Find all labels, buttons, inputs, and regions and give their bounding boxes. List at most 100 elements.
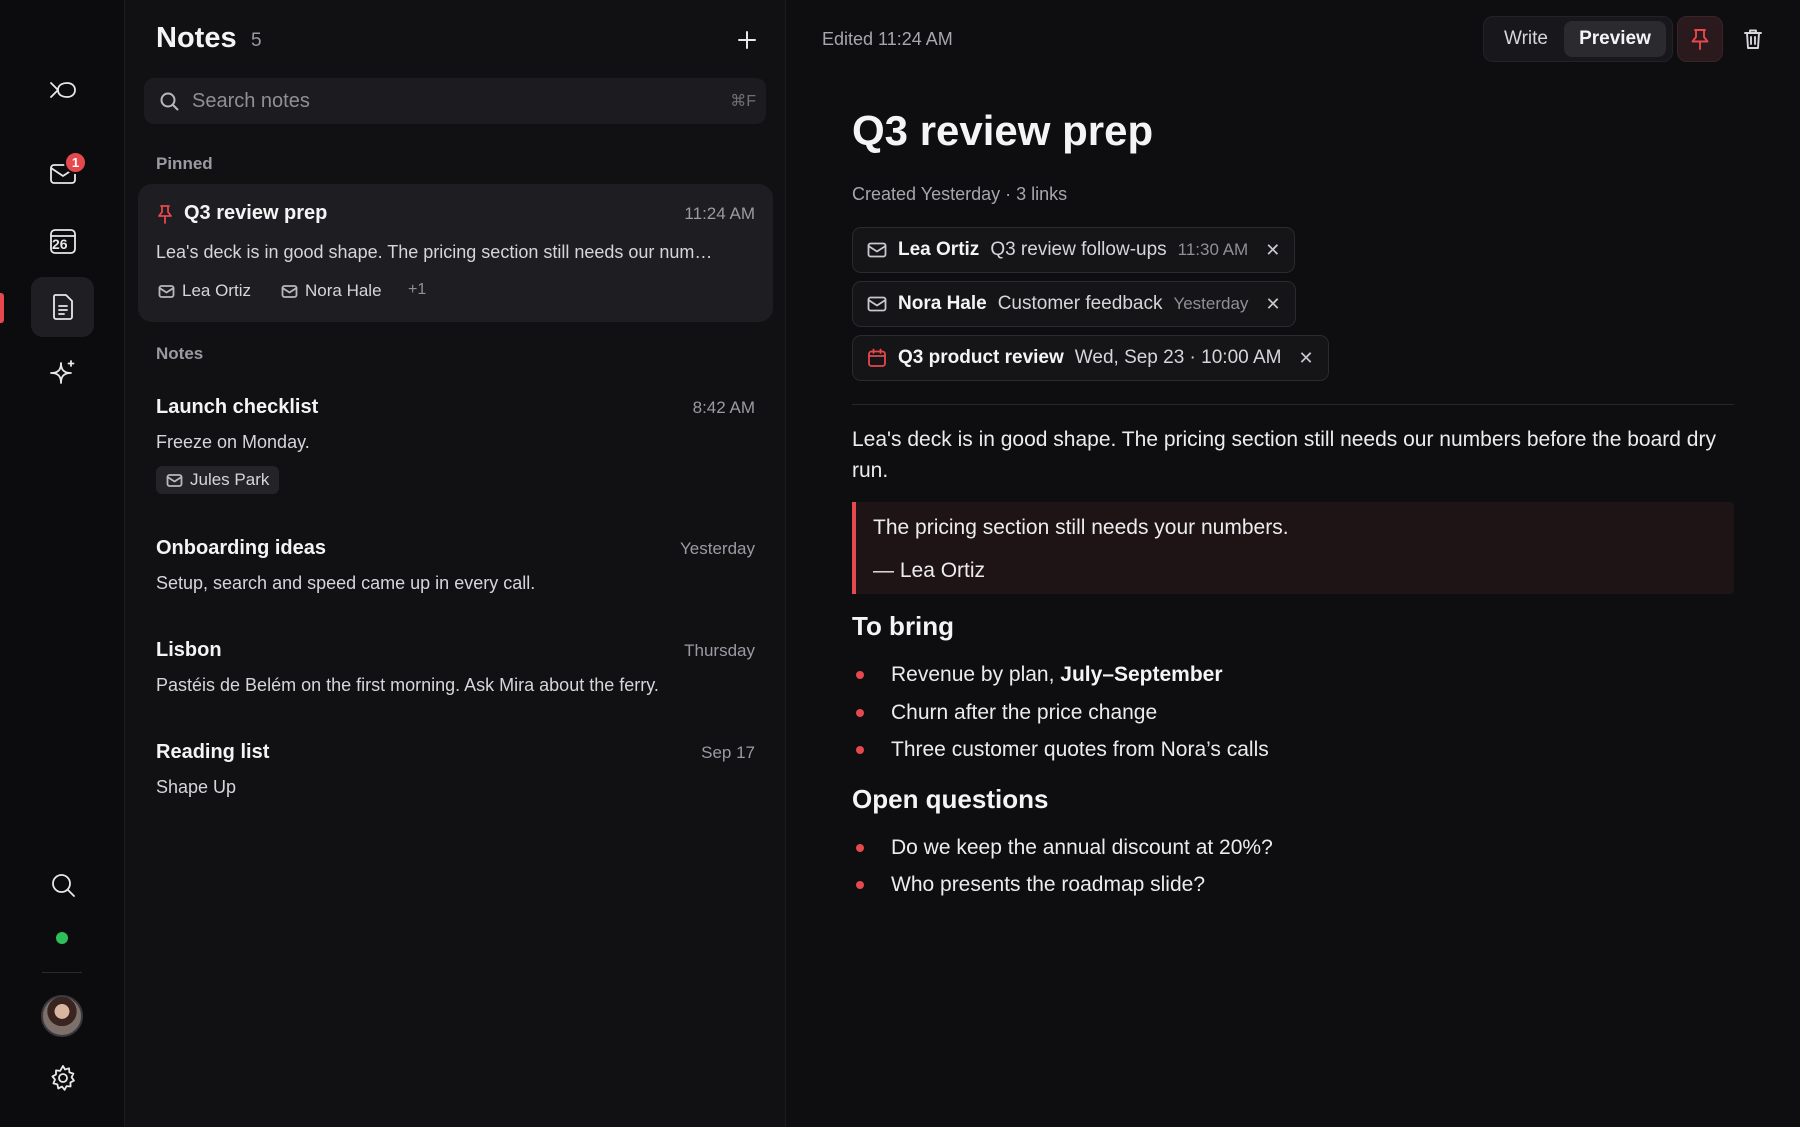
mail-icon — [867, 296, 887, 312]
chip-label: Nora Hale — [305, 281, 382, 300]
note-heading: Q3 review prep — [852, 107, 1154, 154]
note-title: Launch checklist — [156, 396, 319, 418]
avatar[interactable] — [41, 995, 83, 1037]
bullet-dot — [856, 709, 864, 717]
search-icon — [51, 874, 75, 897]
note-preview: Pastéis de Belém on the first morning. A… — [156, 675, 659, 695]
note-title: Lisbon — [156, 639, 222, 661]
quote-author: — Lea Ortiz — [873, 559, 986, 582]
calendar-day: 26 — [52, 236, 68, 252]
edited-timestamp: Edited 11:24 AM — [822, 29, 953, 49]
note-time: Yesterday — [680, 539, 755, 558]
mail-icon — [166, 473, 183, 487]
rail-search[interactable] — [31, 855, 94, 915]
write-mode-button[interactable]: Write — [1488, 21, 1564, 57]
link-time: Yesterday — [1173, 294, 1249, 313]
rail-settings[interactable] — [31, 1048, 94, 1108]
delete-note-button[interactable] — [1730, 16, 1776, 62]
link-name: Nora Hale — [898, 293, 987, 314]
section-label-pinned: Pinned — [156, 154, 213, 173]
mail-icon — [281, 284, 298, 298]
list-title: Notes — [156, 22, 237, 54]
search-bar: ⌘F — [144, 78, 766, 124]
rail-divider — [42, 972, 82, 973]
content-divider — [852, 404, 1734, 405]
link-name: Q3 product review — [898, 347, 1064, 368]
note-count: 5 — [251, 30, 262, 51]
bullet-dot — [856, 671, 864, 679]
search-shortcut: ⌘F — [730, 93, 756, 110]
note-time: Sep 17 — [701, 743, 755, 762]
note-item[interactable]: Onboarding ideas Yesterday Setup, search… — [138, 519, 773, 611]
unread-badge: 1 — [64, 151, 87, 174]
note-item[interactable]: Reading list Sep 17 Shape Up — [138, 723, 773, 815]
note-preview: Shape Up — [156, 777, 237, 797]
list-item: Do we keep the annual discount at 20%? — [852, 836, 1273, 860]
sparkle-icon — [49, 360, 74, 384]
rail-calendar[interactable]: 26 — [31, 211, 94, 271]
notes-icon — [52, 294, 73, 320]
heading-open-questions: Open questions — [852, 784, 1049, 814]
note-time: 8:42 AM — [692, 398, 755, 417]
note-meta: Created Yesterday · 3 links — [852, 184, 1068, 204]
list-item-bold: July–September — [1060, 663, 1223, 686]
section-label-notes: Notes — [156, 344, 204, 363]
pin-toggle-button[interactable] — [1677, 16, 1723, 62]
search-input[interactable] — [192, 78, 692, 124]
mode-switch: Write Preview — [1483, 16, 1673, 62]
bullet-dot — [856, 844, 864, 852]
link-subject: Q3 review follow-ups — [990, 239, 1167, 260]
plus-icon — [738, 31, 756, 49]
calendar-icon — [868, 348, 886, 367]
note-title: Onboarding ideas — [156, 537, 327, 559]
search-icon — [158, 90, 180, 112]
link-subject: Customer feedback — [997, 293, 1163, 314]
list-item: Who presents the roadmap slide? — [852, 873, 1205, 897]
heading-to-bring: To bring — [852, 611, 955, 641]
note-list-panel: Notes 5 ⌘F Pinned Q3 review prep 11:24 A… — [125, 0, 786, 1127]
active-indicator — [0, 293, 4, 323]
link-name: Lea Ortiz — [898, 239, 980, 260]
list-item-text: Churn after the price change — [891, 701, 1158, 724]
linked-mail-chip[interactable]: Nora Hale — [271, 277, 392, 305]
linked-event-pill[interactable]: Q3 product review Wed, Sep 23 · 10:00 AM… — [852, 335, 1329, 381]
chip-label: Jules Park — [190, 470, 270, 489]
online-status-dot — [56, 932, 68, 944]
chip-label: Lea Ortiz — [182, 281, 251, 300]
mail-icon — [158, 284, 175, 298]
linked-email-pill[interactable]: Nora Hale Customer feedback Yesterday ✕ — [852, 281, 1296, 327]
pin-icon — [1691, 29, 1709, 50]
linked-mail-chip[interactable]: Jules Park — [156, 466, 280, 494]
note-editor: Edited 11:24 AM Write Preview Q3 review … — [786, 0, 1800, 1127]
note-preview: Setup, search and speed came up in every… — [156, 573, 536, 593]
linked-email-pill[interactable]: Lea Ortiz Q3 review follow-ups 11:30 AM … — [852, 227, 1296, 273]
rail-mail[interactable]: 1 — [31, 144, 94, 204]
list-item: Three customer quotes from Nora’s calls — [852, 738, 1269, 762]
pin-icon — [156, 204, 174, 224]
list-item: Churn after the price change — [852, 701, 1157, 725]
rail-notes[interactable] — [31, 277, 94, 337]
remove-link-button[interactable]: ✕ — [1265, 294, 1280, 315]
note-item[interactable]: Launch checklist 8:42 AM Freeze on Monda… — [138, 378, 773, 504]
bullet-dot — [856, 746, 864, 754]
logo-icon[interactable] — [31, 60, 94, 120]
new-note-button[interactable] — [731, 24, 763, 56]
list-item: Revenue by plan, July–September — [852, 663, 1223, 687]
note-paragraph: Lea's deck is in good shape. The pricing… — [852, 428, 1716, 482]
quote-text: The pricing section still needs your num… — [873, 516, 1289, 539]
list-item-text: Do we keep the annual discount at 20%? — [891, 836, 1273, 859]
preview-mode-button[interactable]: Preview — [1564, 21, 1666, 57]
linked-mail-chip[interactable]: Lea Ortiz — [148, 277, 261, 305]
rail-ai[interactable] — [31, 343, 94, 403]
link-subject: Wed, Sep 23 · 10:00 AM — [1074, 347, 1282, 368]
note-preview: Freeze on Monday. — [156, 432, 310, 452]
note-time: 11:24 AM — [684, 204, 755, 223]
note-preview: Lea's deck is in good shape. The pricing… — [156, 242, 713, 262]
remove-link-button[interactable]: ✕ — [1298, 348, 1313, 369]
mail-icon — [867, 242, 887, 258]
remove-link-button[interactable]: ✕ — [1265, 240, 1280, 261]
trash-icon — [1744, 29, 1762, 49]
note-item-selected[interactable]: Q3 review prep 11:24 AM Lea's deck is in… — [138, 184, 773, 322]
note-item[interactable]: Lisbon Thursday Pastéis de Belém on the … — [138, 621, 773, 713]
more-links-count: +1 — [408, 281, 427, 298]
